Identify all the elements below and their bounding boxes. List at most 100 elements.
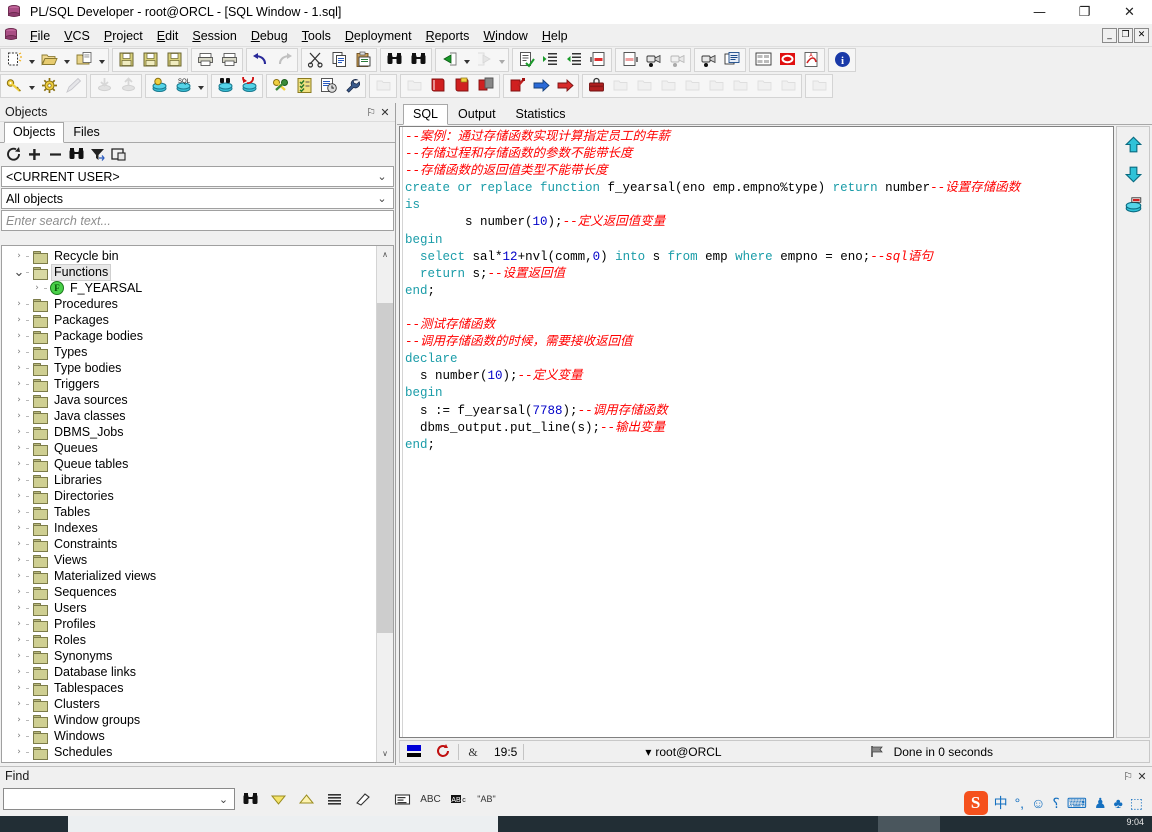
tree-item-constraints[interactable]: › Constraints <box>2 536 376 552</box>
taskbar-item-active[interactable] <box>68 816 498 832</box>
open-folder-dropdown-arrow[interactable] <box>61 49 72 71</box>
paste-icon[interactable] <box>351 49 375 71</box>
ime-mode-chinese[interactable]: 中 <box>994 792 1008 814</box>
tree-item-recycle-bin[interactable]: › Recycle bin <box>2 248 376 264</box>
copy-object-icon[interactable] <box>109 145 128 164</box>
ime-toolbox[interactable]: ⬚ <box>1130 792 1143 814</box>
chevron-right-icon[interactable]: › <box>12 296 26 312</box>
tree-item-materialized-views[interactable]: › Materialized views <box>2 568 376 584</box>
chevron-right-icon[interactable]: › <box>30 280 44 296</box>
ime-soft-keyboard[interactable]: ⌨ <box>1067 792 1087 814</box>
scroll-to-top-icon[interactable] <box>1120 133 1146 155</box>
tree-item-libraries[interactable]: › Libraries <box>2 472 376 488</box>
ime-skin[interactable]: ♣ <box>1114 792 1123 814</box>
mdi-close-button[interactable]: ✕ <box>1134 28 1149 43</box>
scroll-to-bottom-icon[interactable] <box>1120 163 1146 185</box>
objects-tab-objects[interactable]: Objects <box>4 122 65 143</box>
tree-item-users[interactable]: › Users <box>2 600 376 616</box>
chevron-right-icon[interactable]: › <box>12 248 26 264</box>
uncomment-icon[interactable] <box>617 49 641 71</box>
red-book2-icon[interactable] <box>450 75 474 97</box>
objects-tree-scrollbar[interactable]: ∧ ∨ <box>376 246 393 762</box>
chevron-right-icon[interactable]: › <box>12 408 26 424</box>
tree-item-packages[interactable]: › Packages <box>2 312 376 328</box>
test-script-icon[interactable] <box>292 75 316 97</box>
chevron-right-icon[interactable]: › <box>12 536 26 552</box>
syntax-check-icon[interactable] <box>514 49 538 71</box>
new-window-dropdown-arrow[interactable] <box>26 49 37 71</box>
previous-window-icon[interactable] <box>437 49 461 71</box>
chevron-right-icon[interactable]: › <box>12 680 26 696</box>
sql-tab-output[interactable]: Output <box>448 104 506 124</box>
tree-item-sequences[interactable]: › Sequences <box>2 584 376 600</box>
chevron-right-icon[interactable]: › <box>12 520 26 536</box>
new-sql-window-icon[interactable] <box>147 75 171 97</box>
execute-statement-icon[interactable] <box>1120 193 1146 215</box>
find-in-comments-icon[interactable] <box>390 788 415 811</box>
expand-all-icon[interactable] <box>25 145 44 164</box>
chevron-right-icon[interactable]: › <box>12 696 26 712</box>
ime-user-profile[interactable]: ♟ <box>1094 792 1107 814</box>
chevron-right-icon[interactable]: › <box>12 632 26 648</box>
chevron-right-icon[interactable]: › <box>12 456 26 472</box>
find-all-list-icon[interactable] <box>322 788 347 811</box>
red-book1-icon[interactable] <box>426 75 450 97</box>
menu-vcs[interactable]: VCS <box>57 27 97 45</box>
objects-tab-files[interactable]: Files <box>64 122 109 142</box>
chevron-right-icon[interactable]: › <box>12 584 26 600</box>
connection-indicator[interactable]: root@ORCL <box>653 741 727 762</box>
login-key-icon[interactable] <box>2 75 26 97</box>
user-filter-dropdown[interactable]: <CURRENT USER> ⌄ <box>1 166 394 187</box>
chevron-right-icon[interactable]: › <box>12 712 26 728</box>
close-icon[interactable]: ✕ <box>378 104 392 120</box>
tree-item-java-sources[interactable]: › Java sources <box>2 392 376 408</box>
tree-item-java-classes[interactable]: › Java classes <box>2 408 376 424</box>
stop-icon[interactable] <box>775 49 799 71</box>
comment-icon[interactable] <box>586 49 610 71</box>
menu-project[interactable]: Project <box>97 27 150 45</box>
whole-word-icon[interactable]: "AB" <box>474 788 499 811</box>
ime-emoji[interactable]: ☺ <box>1031 792 1045 814</box>
step-forward-red-icon[interactable] <box>553 75 577 97</box>
chevron-right-icon[interactable]: › <box>12 728 26 744</box>
chevron-down-icon[interactable]: ⌄ <box>12 264 26 280</box>
sql-code-text[interactable]: --案例：通过存储函数实现计算指定员工的年薪 --存储过程和存储函数的参数不能带长… <box>405 129 1111 735</box>
taskbar-item-2[interactable] <box>878 816 940 832</box>
toolbox-icon[interactable] <box>584 75 608 97</box>
chevron-right-icon[interactable]: › <box>12 552 26 568</box>
save-as-icon[interactable] <box>138 49 162 71</box>
find-icon[interactable] <box>382 49 406 71</box>
find-next-down-icon[interactable] <box>266 788 291 811</box>
match-case-abc-icon[interactable]: ABC <box>418 788 443 811</box>
tree-item-tablespaces[interactable]: › Tablespaces <box>2 680 376 696</box>
window-tile-icon[interactable] <box>751 49 775 71</box>
chevron-right-icon[interactable]: › <box>12 440 26 456</box>
print-setup-icon[interactable] <box>217 49 241 71</box>
login-key-dropdown-arrow[interactable] <box>26 75 37 97</box>
tree-item-queue-tables[interactable]: › Queue tables <box>2 456 376 472</box>
record-macro-icon[interactable] <box>641 49 665 71</box>
tree-item-queues[interactable]: › Queues <box>2 440 376 456</box>
mdi-maximize-button[interactable]: ❐ <box>1118 28 1133 43</box>
step-forward-blue-icon[interactable] <box>529 75 553 97</box>
tree-item-synonyms[interactable]: › Synonyms <box>2 648 376 664</box>
tree-item-windows[interactable]: › Windows <box>2 728 376 744</box>
highlight-all-icon[interactable]: AB c <box>446 788 471 811</box>
tree-item-window-groups[interactable]: › Window groups <box>2 712 376 728</box>
previous-window-dropdown-arrow[interactable] <box>461 49 472 71</box>
maximize-button[interactable]: ❐ <box>1062 0 1107 25</box>
sql-tab-statistics[interactable]: Statistics <box>506 104 576 124</box>
chevron-right-icon[interactable]: › <box>12 472 26 488</box>
refresh-icon[interactable] <box>4 145 23 164</box>
ime-voice-input[interactable]: ⸮ <box>1052 792 1059 814</box>
tree-item-triggers[interactable]: › Triggers <box>2 376 376 392</box>
menu-tools[interactable]: Tools <box>295 27 338 45</box>
scrollbar-track[interactable] <box>377 263 393 745</box>
open-recent-dropdown-arrow[interactable] <box>96 49 107 71</box>
tree-item-roles[interactable]: › Roles <box>2 632 376 648</box>
find-object-icon[interactable] <box>67 145 86 164</box>
save-icon[interactable] <box>114 49 138 71</box>
clear-highlight-eraser-icon[interactable] <box>350 788 375 811</box>
menu-debug[interactable]: Debug <box>244 27 295 45</box>
sogou-ime-logo[interactable]: S <box>963 791 988 815</box>
